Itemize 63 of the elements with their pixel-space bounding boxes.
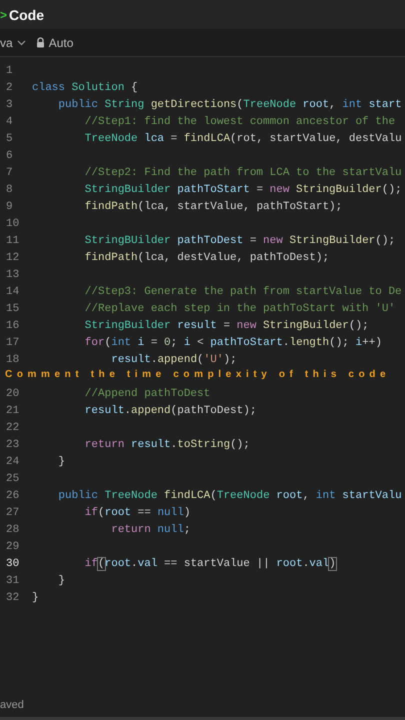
code-line: if(root.val == startValue || root.val) — [84, 558, 336, 570]
code-line: findPath(lca, destValue, pathToDest); — [84, 252, 330, 264]
code-line: return result.toString(); — [84, 438, 250, 450]
auto-button[interactable]: Auto — [36, 36, 74, 50]
line-number: 16 — [5, 320, 20, 332]
line-number: 28 — [5, 524, 20, 536]
line-number: 2 — [5, 82, 14, 94]
line-number: 8 — [5, 184, 14, 196]
line-number: 6 — [5, 150, 14, 162]
code-line: result.append(pathToDest); — [84, 404, 256, 416]
save-status: aved — [0, 699, 24, 711]
code-line: //Append pathToDest — [84, 388, 210, 400]
line-number: 26 — [5, 490, 20, 502]
code-line: //Step3: Generate the path from startValue to De — [84, 286, 402, 298]
chevron-down-icon — [16, 40, 26, 46]
code-line: } — [57, 456, 66, 468]
code-line: //Step1: find the lowest common ancestor of the — [84, 116, 396, 128]
line-number: 30 — [5, 558, 20, 570]
line-number: 29 — [5, 540, 20, 552]
line-number: 4 — [5, 116, 14, 128]
code-line: findPath(lca, startValue, pathToStart); — [84, 200, 342, 212]
line-number: 17 — [5, 336, 20, 348]
caption-overlay: Comment the time complexity of this code — [5, 369, 390, 380]
lock-icon — [36, 37, 45, 48]
line-number: 32 — [5, 592, 20, 604]
line-number: 31 — [5, 574, 20, 586]
line-number: 24 — [5, 456, 20, 468]
line-number: 14 — [5, 286, 20, 298]
code-line: TreeNode lca = findLCA(rot, startValue, destValu — [84, 132, 402, 144]
code-line: StringBuilder pathToStart = new StringBuilder(); — [84, 184, 402, 196]
code-line: //Replave each step in the pathToStart with 'U' — [84, 302, 396, 314]
code-line: } — [57, 574, 66, 586]
panel-title: Code — [9, 6, 44, 22]
language-dropdown[interactable]: va — [0, 36, 26, 50]
line-number: 1 — [5, 64, 14, 76]
line-number: 23 — [5, 438, 20, 450]
line-number: 5 — [5, 132, 14, 144]
code-line: //Step2: Find the path from LCA to the startValu — [84, 166, 402, 178]
line-number: 11 — [5, 234, 20, 246]
line-number: 13 — [5, 268, 20, 280]
code-line: } — [32, 592, 39, 604]
line-number: 18 — [5, 354, 20, 366]
line-number: 7 — [5, 166, 14, 178]
code-line: if(root == null) — [84, 506, 190, 518]
line-number: 10 — [5, 218, 20, 230]
line-number: 12 — [5, 252, 20, 264]
line-number: 15 — [5, 302, 20, 314]
code-line: result.append('U'); — [110, 354, 237, 366]
code-line: public String getDirections(TreeNode root, int start — [57, 98, 402, 110]
code-line: return null; — [110, 524, 190, 536]
chevron-icon: > — [0, 8, 8, 22]
code-line: StringBUilder pathToDest = new StringBuilder(); — [84, 234, 396, 246]
line-number: 3 — [5, 98, 14, 110]
line-number: 20 — [5, 388, 20, 400]
line-number: 9 — [5, 200, 14, 212]
code-line: StringBuilder result = new StringBuilder(); — [84, 320, 369, 332]
line-number: 22 — [5, 422, 20, 434]
code-line: public TreeNode findLCA(TreeNode root, int startValu — [57, 490, 402, 502]
code-line: class Solution { — [32, 82, 138, 94]
line-number: 27 — [5, 506, 20, 518]
line-number: 25 — [5, 472, 20, 484]
code-line: for(int i = 0; i < pathToStart.length(); i++) — [84, 336, 382, 348]
line-number: 21 — [5, 404, 20, 416]
